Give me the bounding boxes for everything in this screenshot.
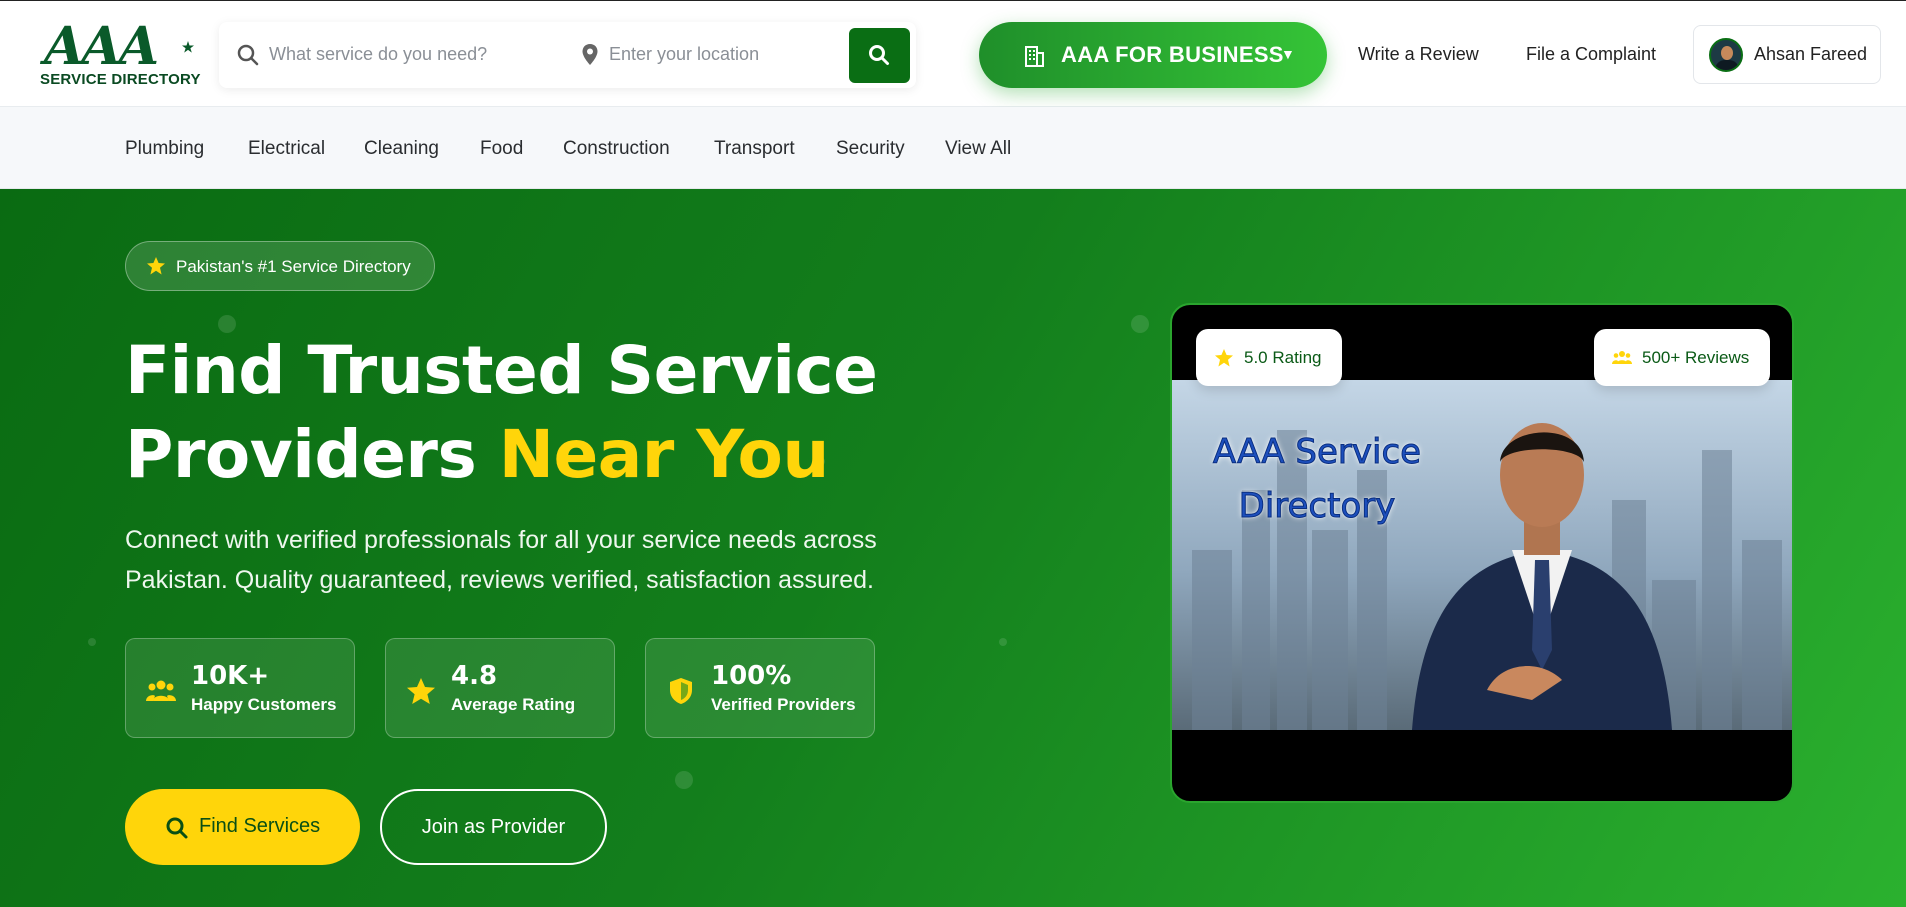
user-menu[interactable]: Ahsan Fareed — [1693, 25, 1881, 84]
users-icon — [1612, 351, 1632, 364]
search-icon — [166, 817, 188, 839]
presenter-figure — [1412, 423, 1672, 730]
stat-label: Happy Customers — [191, 695, 337, 714]
service-search-input[interactable] — [269, 36, 569, 72]
map-pin-icon — [582, 44, 598, 65]
business-label: AAA FOR BUSINESS — [1061, 42, 1284, 67]
decorative-dot — [675, 771, 693, 789]
business-menu-button[interactable]: AAA FOR BUSINESS ▼ — [979, 22, 1327, 88]
hero-badge: Pakistan's #1 Service Directory — [125, 241, 435, 291]
shield-icon — [670, 678, 692, 704]
find-services-button[interactable]: Find Services — [125, 789, 360, 865]
decorative-dot — [1131, 315, 1149, 333]
write-review-link[interactable]: Write a Review — [1358, 44, 1479, 65]
building-icon — [1025, 46, 1044, 67]
rating-pill: 5.0 Rating — [1196, 329, 1342, 386]
promo-video[interactable]: AAA Service Directory 5.0 Rating 500+ Re… — [1170, 303, 1794, 803]
hero-title-line2: Providers — [125, 416, 499, 493]
hero-title-line1: Find Trusted Service — [125, 332, 878, 409]
category-food[interactable]: Food — [480, 138, 523, 160]
category-security[interactable]: Security — [836, 138, 905, 160]
stat-label: Average Rating — [451, 695, 576, 714]
file-complaint-link[interactable]: File a Complaint — [1526, 44, 1656, 65]
search-bar — [219, 22, 916, 88]
category-view-all[interactable]: View All — [945, 138, 1011, 160]
join-provider-button[interactable]: Join as Provider — [380, 789, 607, 865]
user-name: Ahsan Fareed — [1754, 44, 1868, 64]
avatar — [1709, 38, 1743, 72]
crescent-star-icon — [164, 37, 194, 65]
video-frame: AAA Service Directory — [1172, 380, 1792, 730]
badge-text: Pakistan's #1 Service Directory — [176, 257, 411, 276]
category-electrical[interactable]: Electrical — [248, 138, 325, 160]
search-button[interactable] — [849, 28, 910, 83]
search-icon — [869, 45, 889, 65]
site-header: AAA SERVICE DIRECTORY What service do yo… — [0, 0, 1906, 107]
reviews-pill: 500+ Reviews — [1594, 329, 1770, 386]
stat-label: Verified Providers — [711, 695, 856, 714]
hero-subtitle: Connect with verified professionals for … — [125, 526, 877, 594]
stat-value: 4.8 — [451, 661, 498, 691]
stat-card-rating: 4.8 Average Rating — [385, 638, 615, 738]
hero-title: Find Trusted Service Providers Near You — [125, 329, 925, 497]
category-transport[interactable]: Transport — [714, 138, 795, 160]
decorative-dot — [999, 638, 1007, 646]
category-cleaning[interactable]: Cleaning — [364, 138, 439, 160]
users-icon — [146, 680, 176, 701]
rating-pill-text: 5.0 Rating — [1244, 348, 1322, 367]
star-icon — [407, 678, 435, 704]
category-construction[interactable]: Construction — [563, 138, 670, 160]
search-icon — [237, 44, 259, 66]
category-plumbing[interactable]: Plumbing — [125, 138, 204, 160]
star-icon — [1215, 349, 1233, 367]
location-input[interactable] — [609, 36, 839, 72]
stat-value: 100% — [711, 661, 792, 691]
hero-title-highlight: Near You — [498, 416, 830, 493]
stat-card-verified: 100% Verified Providers — [645, 638, 875, 738]
category-nav: Plumbing Electrical Cleaning Food Constr… — [0, 107, 1906, 189]
find-services-label: Find Services — [199, 815, 321, 837]
stat-card-customers: 10K+ Happy Customers — [125, 638, 355, 738]
site-logo[interactable]: AAA SERVICE DIRECTORY — [38, 16, 200, 89]
stat-value: 10K+ — [191, 661, 270, 691]
reviews-pill-text: 500+ Reviews — [1642, 348, 1750, 367]
caret-down-icon: ▼ — [1281, 46, 1295, 62]
star-icon — [147, 257, 165, 275]
decorative-dot — [88, 638, 96, 646]
logo-subtitle: SERVICE DIRECTORY — [40, 71, 201, 88]
logo-mark: AAA — [44, 16, 159, 77]
